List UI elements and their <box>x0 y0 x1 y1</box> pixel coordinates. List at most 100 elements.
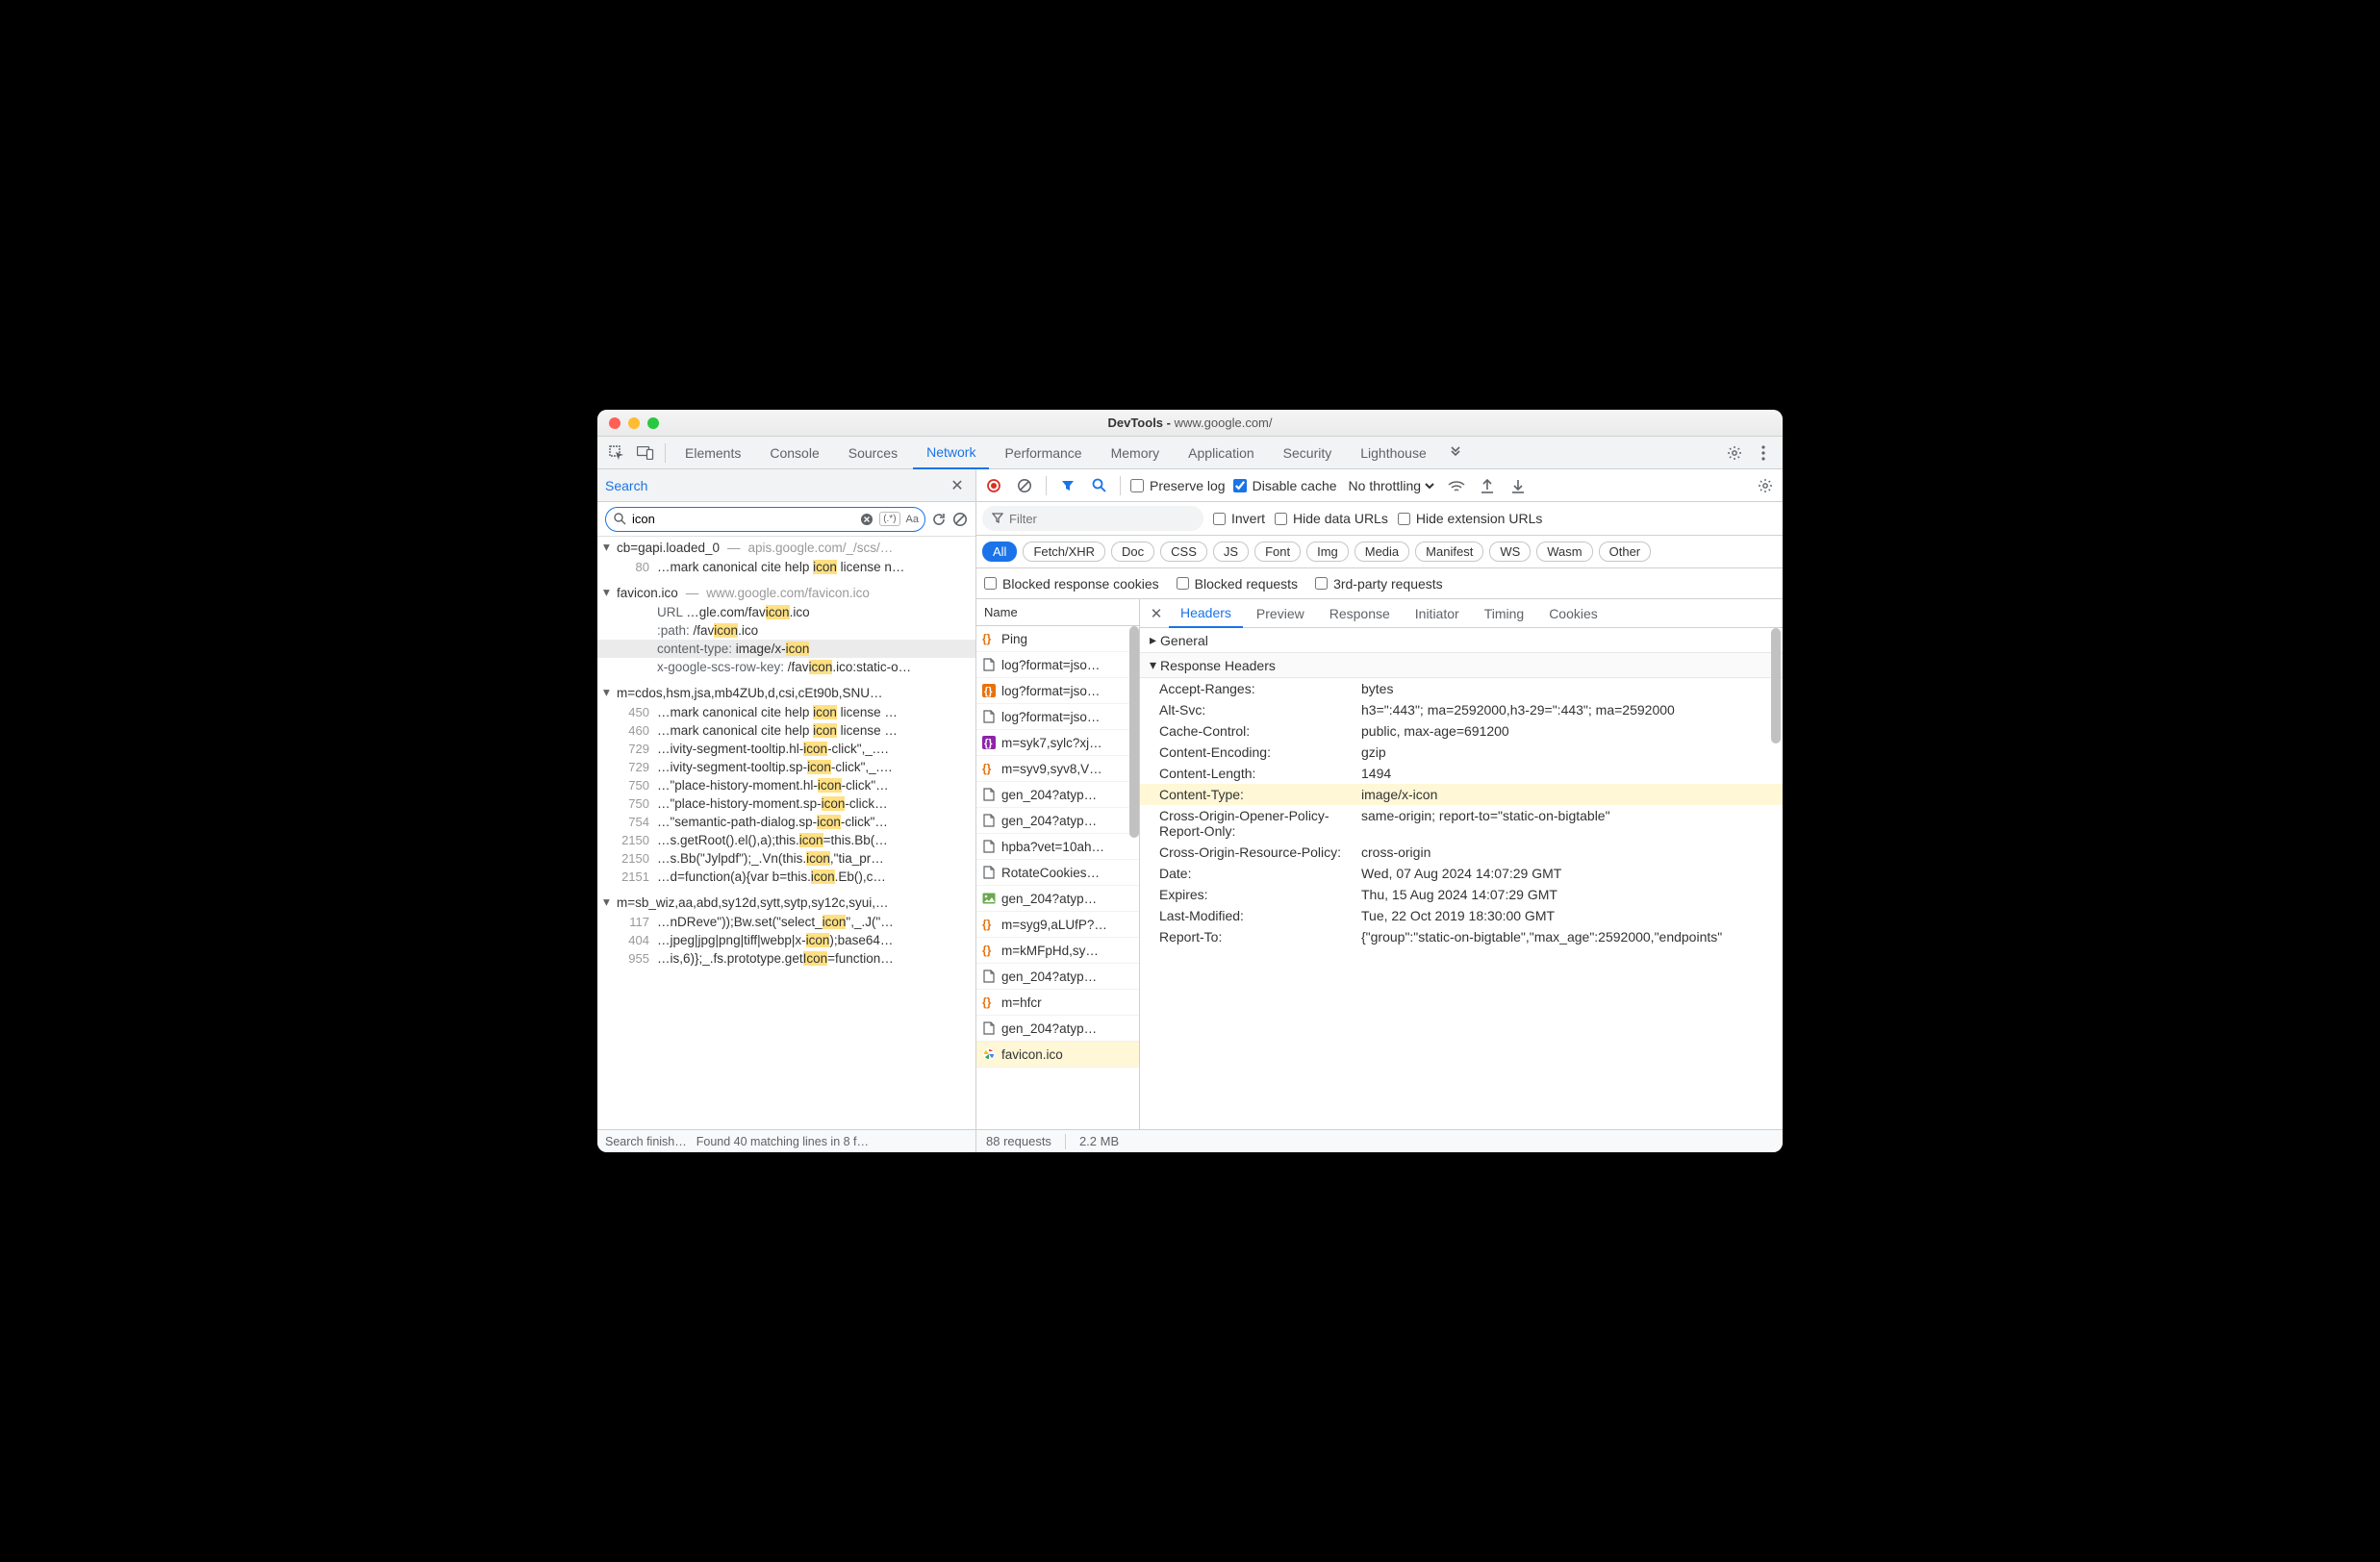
clear-all-icon[interactable] <box>952 512 968 527</box>
request-list-scrollbar[interactable] <box>1129 626 1139 838</box>
search-file-header[interactable]: ▾m=cdos,hsm,jsa,mb4ZUb,d,csi,cEt90b,SNU… <box>597 682 975 703</box>
type-filter-font[interactable]: Font <box>1254 542 1301 562</box>
minimize-window-button[interactable] <box>628 417 640 429</box>
search-toggle-icon[interactable] <box>1087 474 1110 497</box>
response-header-row[interactable]: Accept-Ranges:bytes <box>1140 678 1783 699</box>
download-har-icon[interactable] <box>1506 474 1530 497</box>
search-field[interactable] <box>632 512 854 526</box>
tab-application[interactable]: Application <box>1175 437 1268 469</box>
search-match-line[interactable]: 450…mark canonical cite help icon licens… <box>597 703 975 721</box>
search-match-line[interactable]: 729…ivity-segment-tooltip.sp-icon-click"… <box>597 758 975 776</box>
disable-cache-checkbox[interactable]: Disable cache <box>1233 478 1337 493</box>
type-filter-wasm[interactable]: Wasm <box>1536 542 1592 562</box>
tab-performance[interactable]: Performance <box>991 437 1095 469</box>
response-header-row[interactable]: Cross-Origin-Opener-Policy-Report-Only:s… <box>1140 805 1783 842</box>
inspect-element-icon[interactable] <box>603 440 630 466</box>
type-filter-manifest[interactable]: Manifest <box>1415 542 1483 562</box>
clear-icon[interactable] <box>1013 474 1036 497</box>
request-row[interactable]: {}m=syv9,syv8,V… <box>976 756 1139 782</box>
request-row[interactable]: gen_204?atyp… <box>976 782 1139 808</box>
type-filter-other[interactable]: Other <box>1599 542 1652 562</box>
more-menu-icon[interactable] <box>1750 440 1777 466</box>
network-settings-icon[interactable] <box>1754 474 1777 497</box>
search-match-line[interactable]: 2151…d=function(a){var b=this.icon.Eb(),… <box>597 868 975 886</box>
record-icon[interactable] <box>982 474 1005 497</box>
tab-console[interactable]: Console <box>756 437 832 469</box>
search-match-line[interactable]: 729…ivity-segment-tooltip.hl-icon-click"… <box>597 740 975 758</box>
search-match-line[interactable]: x-google-scs-row-key: /favicon.ico:stati… <box>597 658 975 676</box>
type-filter-img[interactable]: Img <box>1306 542 1349 562</box>
hide-data-urls-checkbox[interactable]: Hide data URLs <box>1275 511 1388 526</box>
request-row[interactable]: RotateCookies… <box>976 860 1139 886</box>
type-filter-css[interactable]: CSS <box>1160 542 1207 562</box>
search-match-line[interactable]: 750…"place-history-moment.hl-icon-click"… <box>597 776 975 794</box>
blocked-cookies-checkbox[interactable]: Blocked response cookies <box>984 576 1159 592</box>
filter-field[interactable] <box>1009 512 1194 526</box>
search-match-line[interactable]: URL …gle.com/favicon.ico <box>597 603 975 621</box>
detail-tab-timing[interactable]: Timing <box>1473 599 1536 628</box>
tab-sources[interactable]: Sources <box>835 437 911 469</box>
request-row[interactable]: log?format=jso… <box>976 652 1139 678</box>
detail-tab-cookies[interactable]: Cookies <box>1537 599 1609 628</box>
request-row[interactable]: {}Ping <box>976 626 1139 652</box>
request-row[interactable]: {}m=kMFpHd,sy… <box>976 938 1139 964</box>
response-header-row[interactable]: Expires:Thu, 15 Aug 2024 14:07:29 GMT <box>1140 884 1783 905</box>
request-row[interactable]: gen_204?atyp… <box>976 886 1139 912</box>
search-file-header[interactable]: ▾favicon.ico—www.google.com/favicon.ico <box>597 582 975 603</box>
response-header-row[interactable]: Content-Encoding:gzip <box>1140 742 1783 763</box>
response-header-row[interactable]: Report-To:{"group":"static-on-bigtable",… <box>1140 926 1783 947</box>
type-filter-ws[interactable]: WS <box>1489 542 1531 562</box>
device-toolbar-icon[interactable] <box>632 440 659 466</box>
request-row[interactable]: {}m=hfcr <box>976 990 1139 1016</box>
search-match-line[interactable]: 2150…s.Bb("Jylpdf");_.Vn(this.icon,"tia_… <box>597 849 975 868</box>
search-match-line[interactable]: 404…jpeg|jpg|png|tiff|webp|x-icon);base6… <box>597 931 975 949</box>
type-filter-doc[interactable]: Doc <box>1111 542 1154 562</box>
invert-checkbox[interactable]: Invert <box>1213 511 1265 526</box>
response-header-row[interactable]: Date:Wed, 07 Aug 2024 14:07:29 GMT <box>1140 863 1783 884</box>
network-conditions-icon[interactable] <box>1445 474 1468 497</box>
search-match-line[interactable]: :path: /favicon.ico <box>597 621 975 640</box>
request-row[interactable]: favicon.ico <box>976 1042 1139 1068</box>
search-input[interactable]: (.*) Aa <box>605 507 925 532</box>
response-header-row[interactable]: Content-Length:1494 <box>1140 763 1783 784</box>
regex-toggle[interactable]: (.*) <box>879 512 899 526</box>
search-match-line[interactable]: 460…mark canonical cite help icon licens… <box>597 721 975 740</box>
type-filter-fetchxhr[interactable]: Fetch/XHR <box>1023 542 1105 562</box>
search-file-header[interactable]: ▾m=sb_wiz,aa,abd,sy12d,sytt,sytp,sy12c,s… <box>597 892 975 913</box>
hide-extension-urls-checkbox[interactable]: Hide extension URLs <box>1398 511 1543 526</box>
preserve-log-checkbox[interactable]: Preserve log <box>1130 478 1226 493</box>
detail-tab-headers[interactable]: Headers <box>1169 599 1243 628</box>
search-match-line[interactable]: 750…"place-history-moment.sp-icon-click… <box>597 794 975 813</box>
detail-tab-initiator[interactable]: Initiator <box>1404 599 1471 628</box>
search-match-line[interactable]: 754…"semantic-path-dialog.sp-icon-click"… <box>597 813 975 831</box>
request-row[interactable]: {}log?format=jso… <box>976 678 1139 704</box>
response-header-row[interactable]: Content-Type:image/x-icon <box>1140 784 1783 805</box>
search-tab-label[interactable]: Search <box>605 478 647 493</box>
general-section[interactable]: ▸ General <box>1140 628 1783 652</box>
search-match-line[interactable]: 955…is,6)};_.fs.prototype.getIcon=functi… <box>597 949 975 968</box>
more-tabs-icon[interactable] <box>1442 440 1469 466</box>
tab-network[interactable]: Network <box>913 437 989 469</box>
search-match-line[interactable]: 2150…s.getRoot().el(),a);this.icon=this.… <box>597 831 975 849</box>
search-file-header[interactable]: ▾cb=gapi.loaded_0—apis.google.com/_/scs/… <box>597 537 975 558</box>
response-header-row[interactable]: Last-Modified:Tue, 22 Oct 2019 18:30:00 … <box>1140 905 1783 926</box>
request-row[interactable]: gen_204?atyp… <box>976 1016 1139 1042</box>
filter-toggle-icon[interactable] <box>1056 474 1079 497</box>
throttling-select[interactable]: No throttling <box>1345 477 1437 494</box>
detail-body[interactable]: ▸ General ▾ Response Headers Accept-Rang… <box>1140 628 1783 1129</box>
request-row[interactable]: hpba?vet=10ah… <box>976 834 1139 860</box>
refresh-search-icon[interactable] <box>931 512 947 527</box>
detail-scrollbar[interactable] <box>1771 628 1781 743</box>
name-column-header[interactable]: Name <box>976 599 1139 626</box>
type-filter-media[interactable]: Media <box>1355 542 1409 562</box>
tab-lighthouse[interactable]: Lighthouse <box>1347 437 1440 469</box>
tab-security[interactable]: Security <box>1270 437 1346 469</box>
request-row[interactable]: {}m=syg9,aLUfP?… <box>976 912 1139 938</box>
tab-elements[interactable]: Elements <box>671 437 754 469</box>
type-filter-all[interactable]: All <box>982 542 1017 562</box>
close-detail-icon[interactable]: ✕ <box>1146 605 1167 622</box>
settings-icon[interactable] <box>1721 440 1748 466</box>
search-match-line[interactable]: content-type: image/x-icon <box>597 640 975 658</box>
response-header-row[interactable]: Alt-Svc:h3=":443"; ma=2592000,h3-29=":44… <box>1140 699 1783 720</box>
close-window-button[interactable] <box>609 417 620 429</box>
